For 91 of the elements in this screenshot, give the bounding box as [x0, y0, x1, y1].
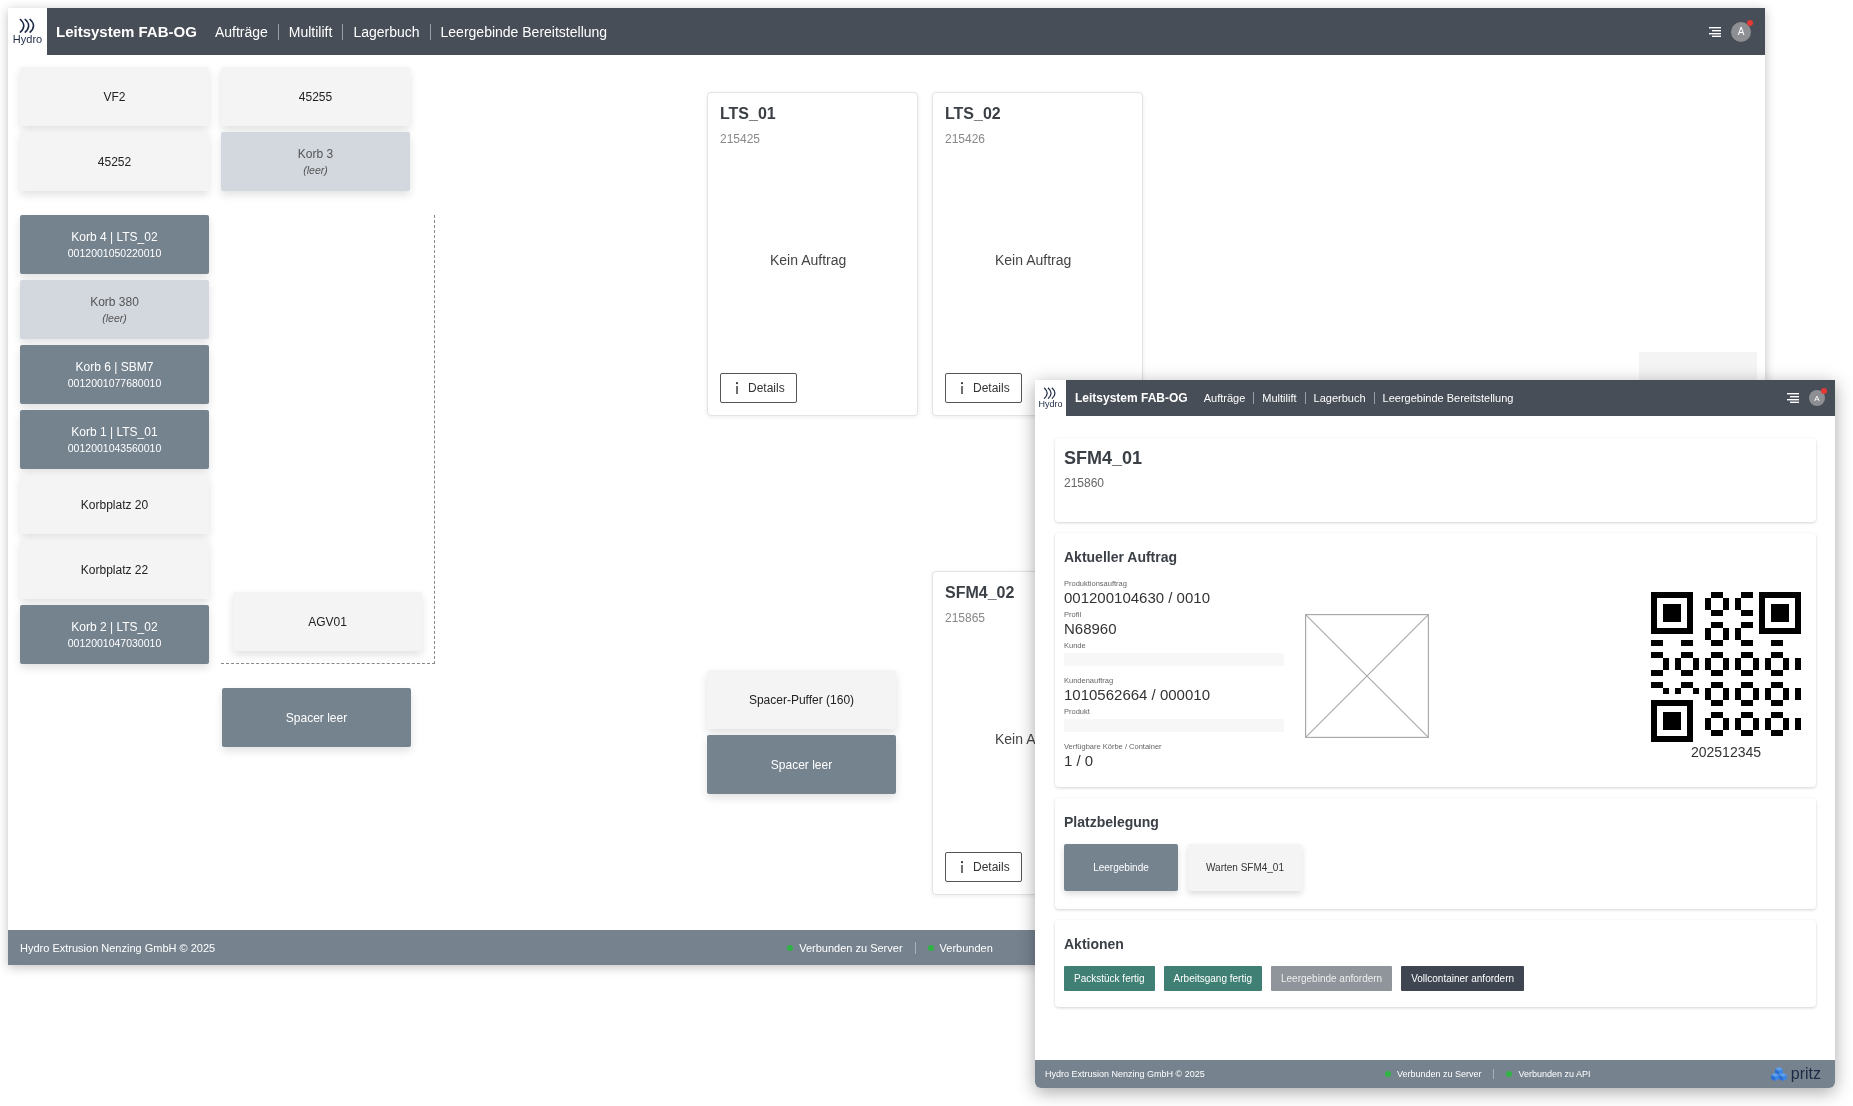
- nav-link[interactable]: Multilift: [1253, 392, 1305, 404]
- tile-label: Spacer leer: [770, 757, 833, 772]
- tile-label: 45252: [97, 154, 132, 169]
- logo[interactable]: Hydro: [1035, 380, 1066, 416]
- location-tile[interactable]: VF2: [20, 67, 209, 126]
- station-name: SFM4_01: [1064, 448, 1144, 469]
- field-value: 1010562664 / 000010: [1064, 686, 1211, 703]
- station-status: Kein Auftrag: [995, 251, 1072, 268]
- tile-label: 45255: [298, 89, 333, 104]
- slot-tile[interactable]: Leergebinde: [1064, 844, 1178, 891]
- tile-label: Spacer leer: [285, 710, 348, 725]
- nav-link[interactable]: Aufträge: [1195, 392, 1254, 404]
- nav-link[interactable]: Aufträge: [204, 23, 278, 40]
- field-value: 1 / 0: [1064, 752, 1095, 769]
- nav-link[interactable]: Lagerbuch: [1304, 392, 1374, 404]
- connection-status: Verbunden zu Server: [799, 941, 903, 954]
- action-button[interactable]: Arbeitsgang fertig: [1163, 966, 1262, 991]
- menu-icon[interactable]: [1709, 26, 1721, 37]
- tile-label: Korbplatz 22: [80, 562, 149, 577]
- station-name: SFM4_02: [945, 584, 1015, 602]
- location-tile[interactable]: Korb 4 | LTS_02 0012001050220010: [20, 215, 209, 274]
- station-name: LTS_01: [720, 105, 776, 123]
- location-tile[interactable]: Korb 380 (leer): [20, 280, 209, 339]
- tile-sublabel: (leer): [102, 312, 127, 324]
- info-icon: [960, 382, 964, 394]
- tile-label: Korbplatz 20: [80, 497, 149, 512]
- details-button[interactable]: Details: [945, 852, 1022, 882]
- connection-status: Verbunden zu API: [1518, 1069, 1591, 1079]
- brand-name: pritz: [1790, 1065, 1821, 1083]
- location-tile[interactable]: 45255: [221, 67, 410, 126]
- location-tile[interactable]: AGV01: [233, 592, 422, 651]
- action-button[interactable]: Vollcontainer anfordern: [1401, 966, 1525, 991]
- tile-label: Korb 3: [297, 147, 334, 161]
- location-tile[interactable]: Korb 3 (leer): [221, 132, 410, 191]
- location-tile[interactable]: Spacer-Puffer (160): [707, 670, 896, 729]
- nav-link[interactable]: Lagerbuch: [342, 23, 430, 40]
- location-tile[interactable]: Spacer leer: [222, 688, 411, 747]
- location-tile[interactable]: Korb 6 | SBM7 0012001077680010: [20, 345, 209, 404]
- menu-icon[interactable]: [1787, 393, 1799, 403]
- tile-label: Korb 4 | LTS_02: [71, 230, 158, 244]
- app-title: Leitsystem FAB-OG: [1075, 391, 1188, 405]
- station-number: 215860: [1064, 476, 1106, 490]
- nav-link[interactable]: Multilift: [277, 23, 343, 40]
- logo-text: Hydro: [1038, 399, 1063, 410]
- nav-link[interactable]: Leergebinde Bereitstellung: [1373, 392, 1522, 404]
- info-icon: [960, 861, 964, 873]
- field-value: N68960: [1064, 620, 1118, 637]
- section-title: Aktionen: [1064, 936, 1125, 952]
- location-tile[interactable]: 45252: [20, 132, 209, 191]
- logo-text: Hydro: [12, 33, 43, 46]
- section-title: Aktueller Auftrag: [1064, 549, 1179, 565]
- tile-label: VF2: [103, 89, 126, 104]
- section-title: Platzbelegung: [1064, 814, 1160, 830]
- location-tile[interactable]: Korb 1 | LTS_01 0012001043560010: [20, 410, 209, 469]
- station-name: LTS_02: [945, 105, 1001, 123]
- slot-tile[interactable]: Warten SFM4_01: [1188, 844, 1302, 891]
- details-button[interactable]: Details: [945, 373, 1022, 403]
- info-icon: [735, 382, 739, 394]
- location-tile[interactable]: Korbplatz 22: [20, 540, 209, 599]
- cubes-icon: [1770, 1066, 1787, 1082]
- qr-caption: 202512345: [1690, 744, 1762, 760]
- tile-sublabel: 0012001077680010: [67, 377, 162, 389]
- tile-label: Korb 2 | LTS_02: [71, 620, 158, 634]
- station-number: 215426: [945, 132, 986, 146]
- tile-label: Korb 1 | LTS_01: [71, 425, 158, 439]
- logo[interactable]: Hydro: [8, 8, 47, 55]
- action-button[interactable]: Packstück fertig: [1064, 966, 1155, 991]
- copyright-text: Hydro Extrusion Nenzing GmbH © 2025: [1045, 1069, 1205, 1079]
- tile-label: Korb 380: [90, 295, 139, 309]
- station-number: 215865: [945, 611, 986, 625]
- app-title: Leitsystem FAB-OG: [56, 23, 197, 40]
- station-status: Kein A: [995, 730, 1036, 747]
- details-button[interactable]: Details: [720, 373, 797, 403]
- location-tile[interactable]: Korbplatz 20: [20, 475, 209, 534]
- tile-label: AGV01: [308, 614, 347, 629]
- copyright-text: Hydro Extrusion Nenzing GmbH © 2025: [20, 941, 216, 954]
- connection-status: Verbunden zu Server: [1396, 1069, 1482, 1079]
- tile-label: Korb 6 | SBM7: [75, 360, 154, 374]
- tile-sublabel: 0012001050220010: [67, 247, 162, 259]
- location-tile[interactable]: Spacer leer: [707, 735, 896, 794]
- tile-label: Spacer-Puffer (160): [748, 692, 855, 707]
- tile-sublabel: 0012001047030010: [67, 637, 162, 649]
- tile-sublabel: (leer): [303, 164, 328, 176]
- station-number: 215425: [720, 132, 761, 146]
- connection-status: Verbunden: [939, 941, 993, 954]
- nav-link[interactable]: Leergebinde Bereitstellung: [429, 23, 618, 40]
- station-status: Kein Auftrag: [770, 251, 847, 268]
- field-value: 001200104630 / 0010: [1064, 589, 1211, 606]
- image-placeholder-icon: [1305, 614, 1429, 738]
- tile-sublabel: 0012001043560010: [67, 442, 162, 454]
- location-tile[interactable]: Korb 2 | LTS_02 0012001047030010: [20, 605, 209, 664]
